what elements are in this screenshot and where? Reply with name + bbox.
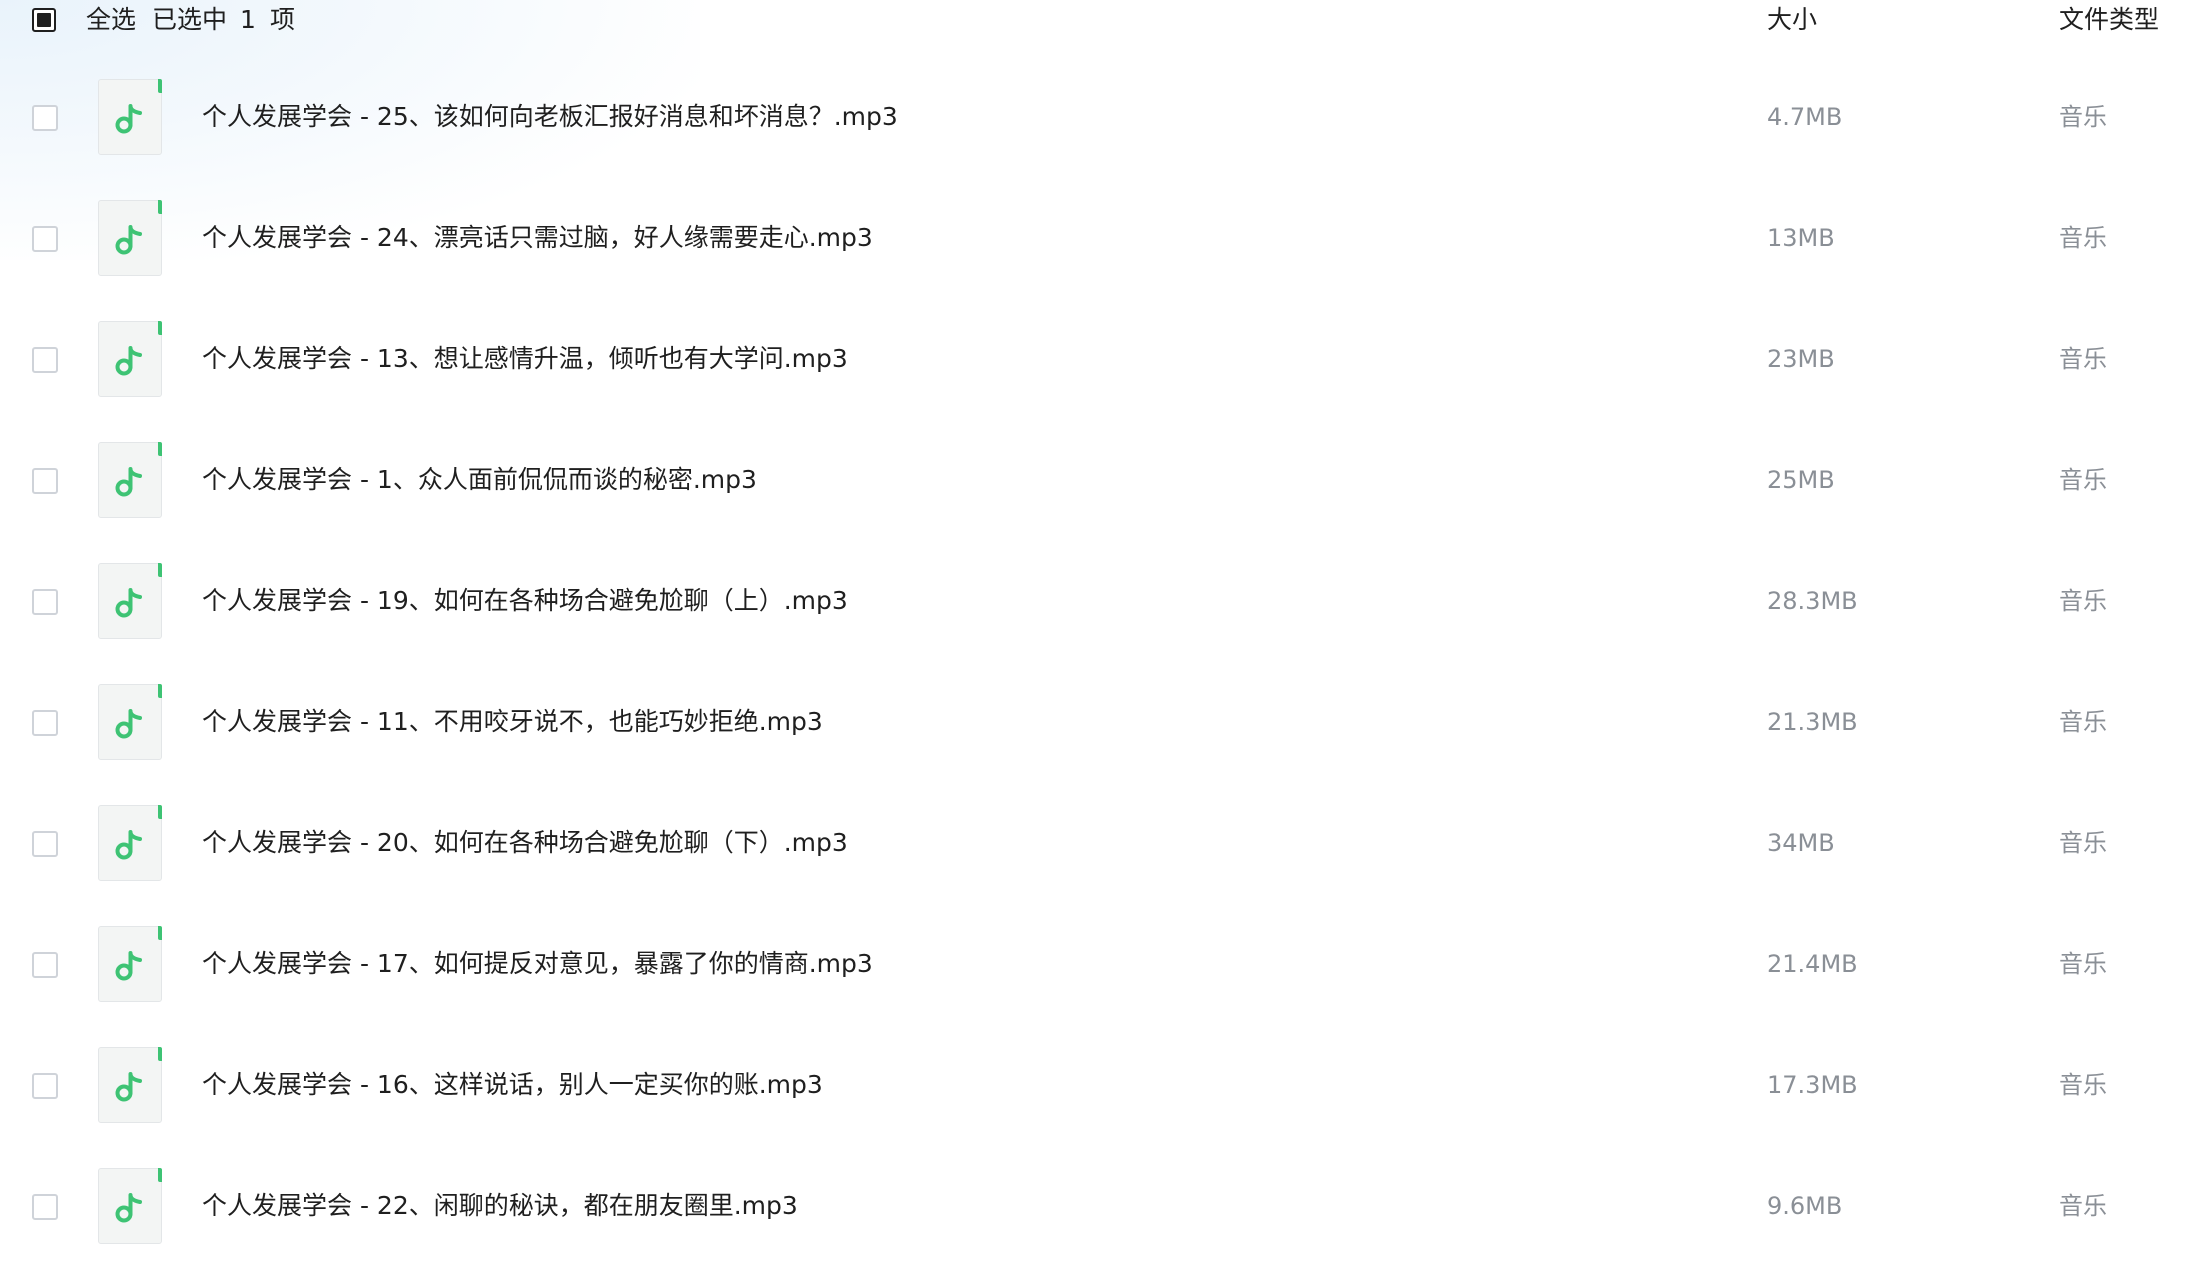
file-size: 4.7MB bbox=[1767, 103, 1843, 131]
file-row[interactable]: 个人发展学会 - 13、想让感情升温，倾听也有大学问.mp3 23MB 音乐 bbox=[0, 299, 2199, 420]
select-all-label[interactable]: 全选 bbox=[86, 4, 136, 36]
file-size: 21.4MB bbox=[1767, 950, 1858, 978]
file-name[interactable]: 个人发展学会 - 22、闲聊的秘诀，都在朋友圈里.mp3 bbox=[202, 1186, 798, 1226]
file-type: 音乐 bbox=[2059, 587, 2107, 615]
selected-count: 1 bbox=[240, 5, 256, 34]
file-row[interactable]: 个人发展学会 - 17、如何提反对意见，暴露了你的情商.mp3 21.4MB 音乐 bbox=[0, 904, 2199, 1025]
list-header: 全选 已选中 1 项 大小 文件类型 bbox=[0, 0, 2199, 42]
row-checkbox[interactable] bbox=[32, 589, 58, 615]
row-checkbox[interactable] bbox=[32, 105, 58, 131]
file-type: 音乐 bbox=[2059, 1192, 2107, 1220]
row-checkbox[interactable] bbox=[32, 468, 58, 494]
file-size: 13MB bbox=[1767, 224, 1835, 252]
column-header-type[interactable]: 文件类型 bbox=[2059, 4, 2159, 36]
music-note-icon bbox=[98, 805, 162, 881]
file-type: 音乐 bbox=[2059, 345, 2107, 373]
music-note-icon bbox=[98, 926, 162, 1002]
file-size: 34MB bbox=[1767, 829, 1835, 857]
row-checkbox[interactable] bbox=[32, 952, 58, 978]
music-note-icon bbox=[98, 321, 162, 397]
row-checkbox[interactable] bbox=[32, 347, 58, 373]
file-name[interactable]: 个人发展学会 - 25、该如何向老板汇报好消息和坏消息？.mp3 bbox=[202, 97, 898, 137]
file-size: 9.6MB bbox=[1767, 1192, 1843, 1220]
file-size: 21.3MB bbox=[1767, 708, 1858, 736]
music-note-icon bbox=[98, 563, 162, 639]
selected-suffix: 项 bbox=[270, 5, 296, 34]
file-size: 28.3MB bbox=[1767, 587, 1858, 615]
file-name[interactable]: 个人发展学会 - 11、不用咬牙说不，也能巧妙拒绝.mp3 bbox=[202, 702, 823, 742]
file-name[interactable]: 个人发展学会 - 13、想让感情升温，倾听也有大学问.mp3 bbox=[202, 339, 848, 379]
file-type: 音乐 bbox=[2059, 224, 2107, 252]
row-checkbox[interactable] bbox=[32, 1073, 58, 1099]
selected-prefix: 已选中 bbox=[152, 5, 228, 34]
file-row[interactable]: 个人发展学会 - 19、如何在各种场合避免尬聊（上）.mp3 28.3MB 音乐 bbox=[0, 541, 2199, 662]
file-name[interactable]: 个人发展学会 - 1、众人面前侃侃而谈的秘密.mp3 bbox=[202, 460, 757, 500]
row-checkbox[interactable] bbox=[32, 831, 58, 857]
file-row[interactable]: 个人发展学会 - 24、漂亮话只需过脑，好人缘需要走心.mp3 13MB 音乐 bbox=[0, 178, 2199, 299]
file-row[interactable]: 个人发展学会 - 11、不用咬牙说不，也能巧妙拒绝.mp3 21.3MB 音乐 bbox=[0, 662, 2199, 783]
file-type: 音乐 bbox=[2059, 708, 2107, 736]
file-row[interactable]: 个人发展学会 - 22、闲聊的秘诀，都在朋友圈里.mp3 9.6MB 音乐 bbox=[0, 1146, 2199, 1267]
file-row[interactable]: 个人发展学会 - 20、如何在各种场合避免尬聊（下）.mp3 34MB 音乐 bbox=[0, 783, 2199, 904]
file-size: 25MB bbox=[1767, 466, 1835, 494]
music-note-icon bbox=[98, 200, 162, 276]
music-note-icon bbox=[98, 1047, 162, 1123]
file-name[interactable]: 个人发展学会 - 19、如何在各种场合避免尬聊（上）.mp3 bbox=[202, 581, 848, 621]
music-note-icon bbox=[98, 442, 162, 518]
column-header-size[interactable]: 大小 bbox=[1767, 4, 1817, 36]
row-checkbox[interactable] bbox=[32, 1194, 58, 1220]
file-row[interactable]: 个人发展学会 - 25、该如何向老板汇报好消息和坏消息？.mp3 4.7MB 音乐 bbox=[0, 57, 2199, 178]
file-type: 音乐 bbox=[2059, 1071, 2107, 1099]
file-name[interactable]: 个人发展学会 - 24、漂亮话只需过脑，好人缘需要走心.mp3 bbox=[202, 218, 873, 258]
file-name[interactable]: 个人发展学会 - 16、这样说话，别人一定买你的账.mp3 bbox=[202, 1065, 823, 1105]
file-type: 音乐 bbox=[2059, 103, 2107, 131]
file-row[interactable]: 个人发展学会 - 1、众人面前侃侃而谈的秘密.mp3 25MB 音乐 bbox=[0, 420, 2199, 541]
file-type: 音乐 bbox=[2059, 950, 2107, 978]
music-note-icon bbox=[98, 1168, 162, 1244]
file-name[interactable]: 个人发展学会 - 20、如何在各种场合避免尬聊（下）.mp3 bbox=[202, 823, 848, 863]
select-all-checkbox[interactable] bbox=[32, 8, 56, 32]
row-checkbox[interactable] bbox=[32, 710, 58, 736]
file-type: 音乐 bbox=[2059, 829, 2107, 857]
file-size: 17.3MB bbox=[1767, 1071, 1858, 1099]
music-note-icon bbox=[98, 684, 162, 760]
file-type: 音乐 bbox=[2059, 466, 2107, 494]
music-note-icon bbox=[98, 79, 162, 155]
file-name[interactable]: 个人发展学会 - 17、如何提反对意见，暴露了你的情商.mp3 bbox=[202, 944, 873, 984]
row-checkbox[interactable] bbox=[32, 226, 58, 252]
file-size: 23MB bbox=[1767, 345, 1835, 373]
file-row[interactable]: 个人发展学会 - 16、这样说话，别人一定买你的账.mp3 17.3MB 音乐 bbox=[0, 1025, 2199, 1146]
